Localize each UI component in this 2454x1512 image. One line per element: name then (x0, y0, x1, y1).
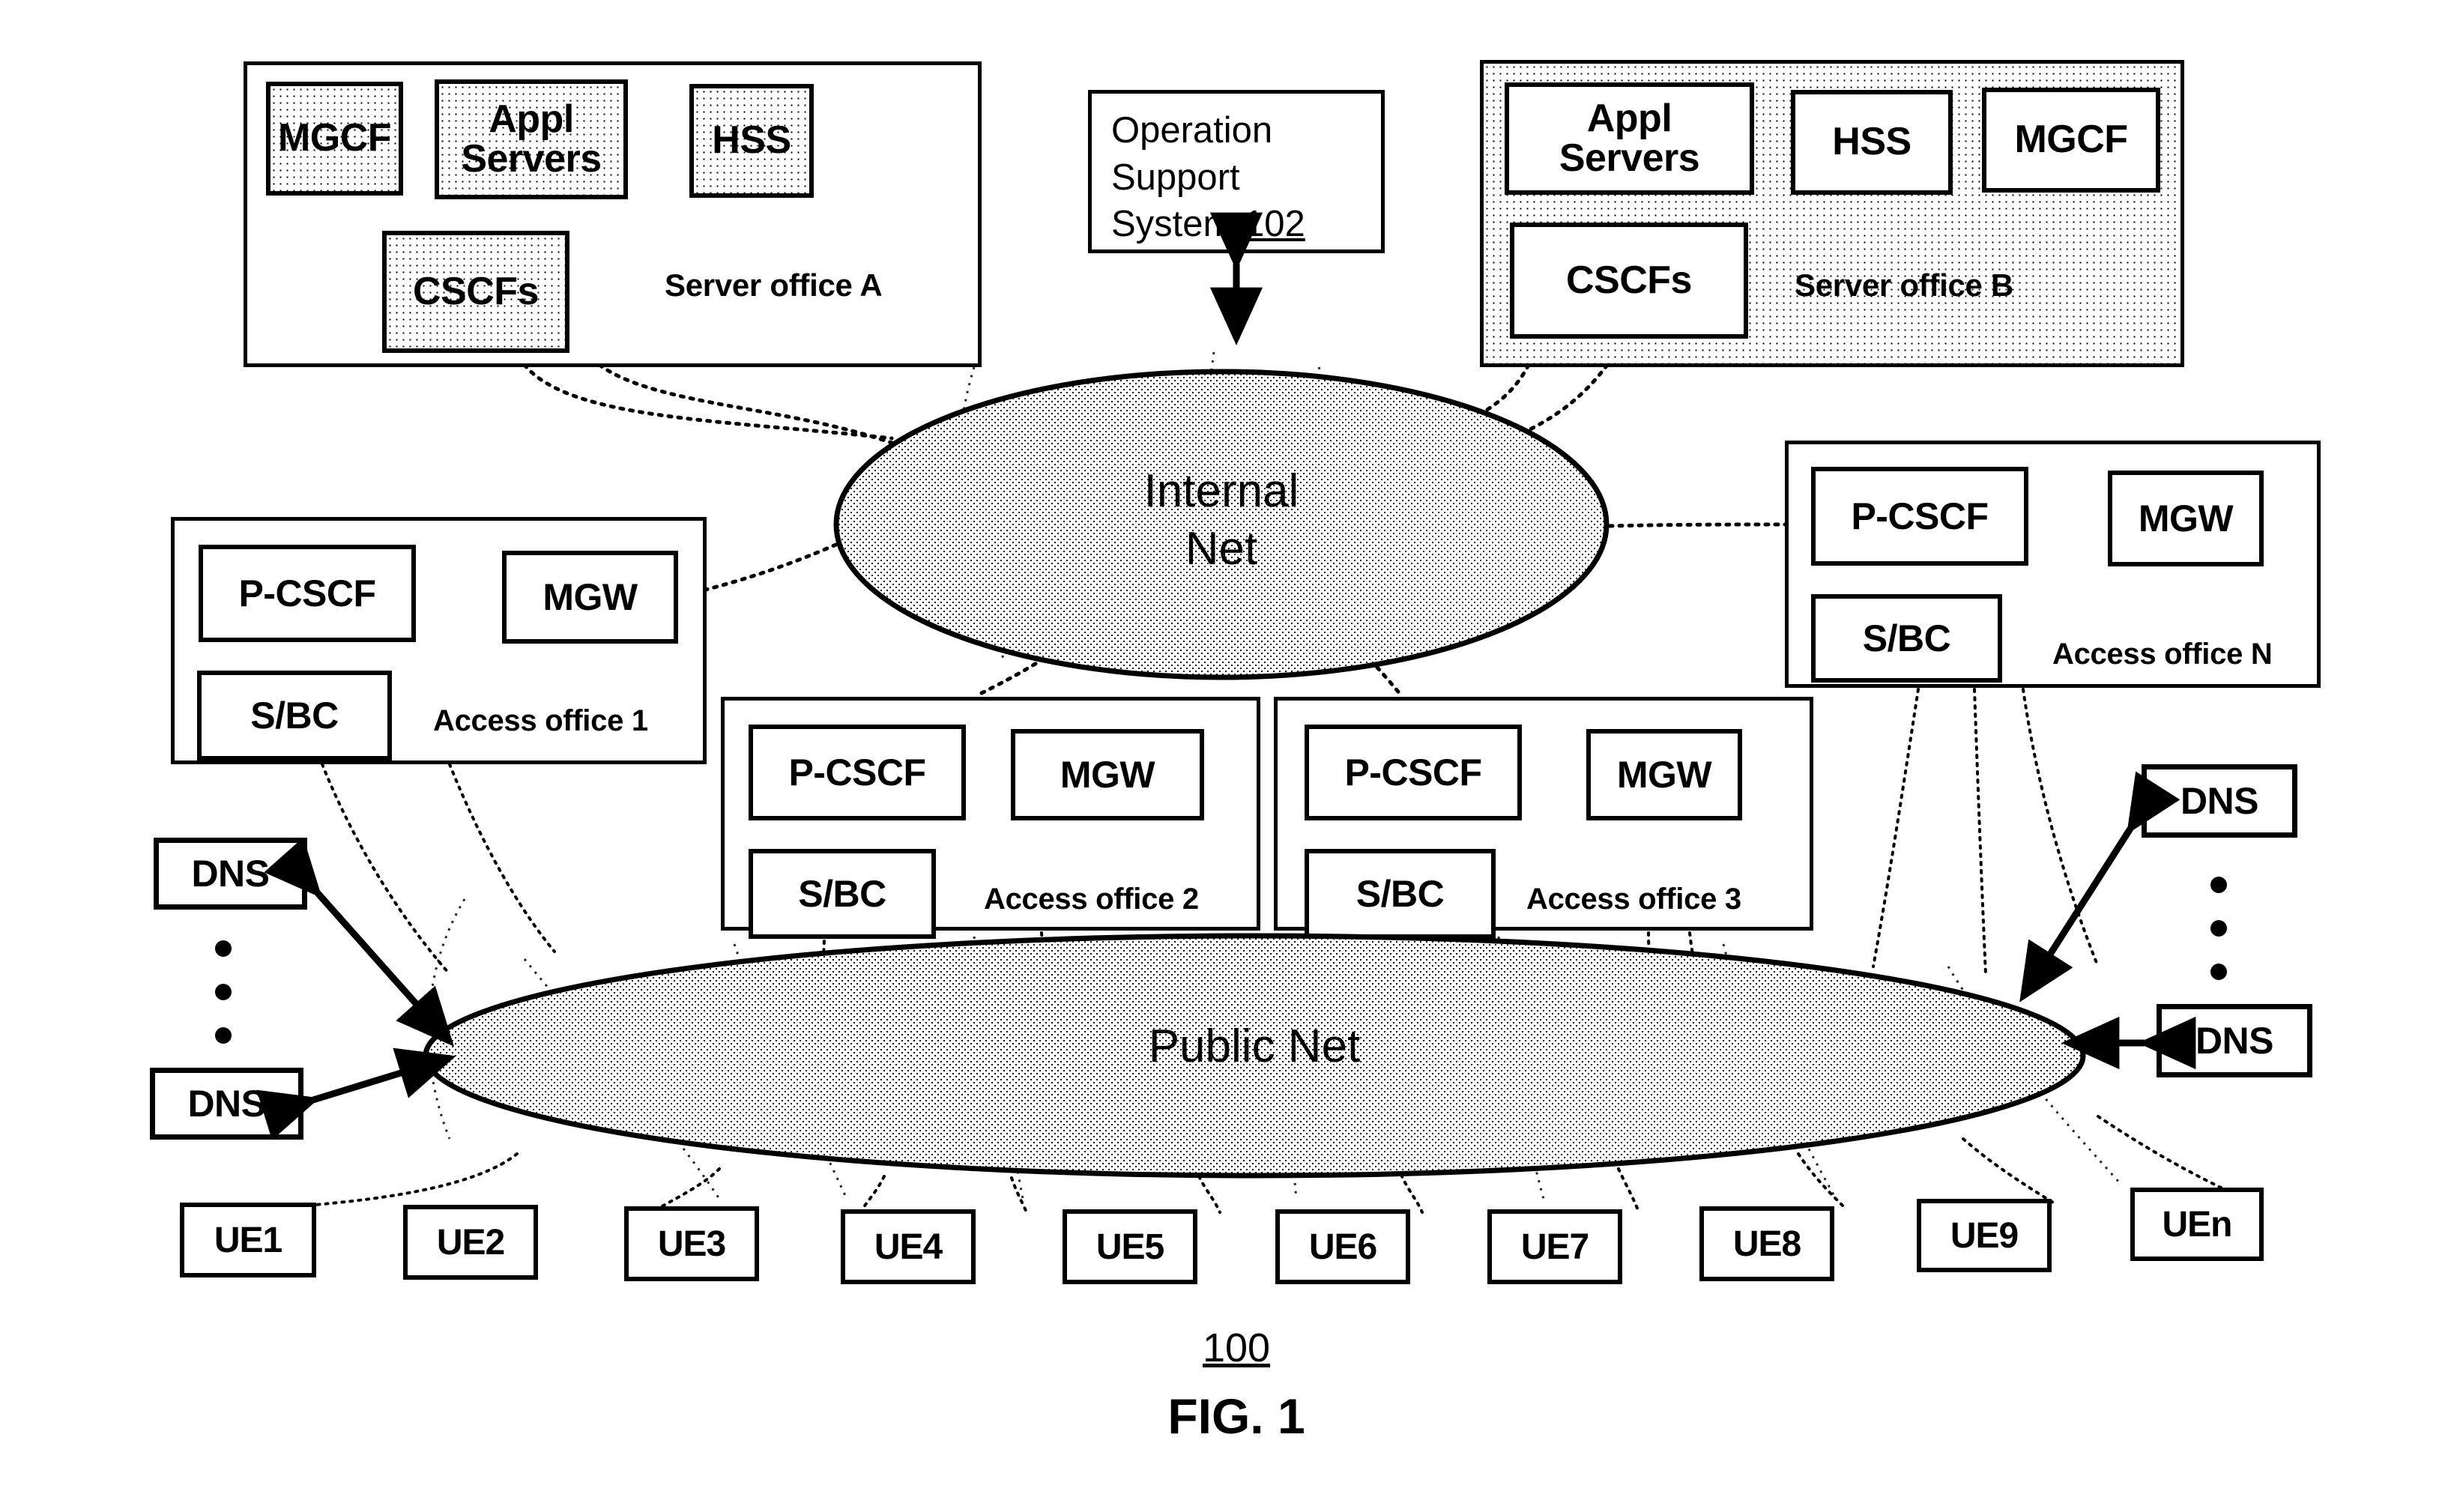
operation-support-system-box[interactable]: Operation Support System 102 (1088, 90, 1385, 253)
server-office-b-label: Server office B (1795, 267, 2013, 303)
access-office-2-label: Access office 2 (984, 883, 1199, 916)
ellipsis-dot (215, 940, 232, 957)
ue-n[interactable]: UEn (2130, 1188, 2264, 1261)
ellipsis-dot (2210, 877, 2227, 893)
node-mgw-n[interactable]: MGW (2108, 471, 2264, 566)
ellipsis-dot (2210, 920, 2227, 937)
oss-line-2: Support (1111, 157, 1240, 198)
internal-net-label: Internal Net (832, 463, 1611, 578)
access-office-3[interactable]: P-CSCF MGW S/BC Access office 3 (1274, 697, 1813, 939)
figure-reference-numeral: 100 (1202, 1325, 1271, 1370)
access-office-2[interactable]: P-CSCF MGW S/BC Access office 2 (721, 697, 1260, 939)
server-office-a-label: Server office A (665, 267, 883, 303)
node-mgcf-b[interactable]: MGCF (1982, 88, 2160, 193)
access-office-1[interactable]: P-CSCF MGW S/BC Access office 1 (171, 517, 707, 764)
internal-net-cloud[interactable]: Internal Net (832, 367, 1611, 682)
node-appl-servers-b[interactable]: Appl Servers (1505, 82, 1754, 195)
node-mgcf-a[interactable]: MGCF (266, 82, 403, 196)
node-hss-b[interactable]: HSS (1791, 90, 1953, 195)
node-appl-servers-a[interactable]: Appl Servers (435, 79, 628, 199)
node-p-cscf-3[interactable]: P-CSCF (1305, 725, 1522, 820)
access-office-n-label: Access office N (2052, 638, 2273, 671)
public-net-cloud[interactable]: Public Net (421, 931, 2088, 1180)
node-s-bc-3[interactable]: S/BC (1305, 849, 1496, 939)
ue-3[interactable]: UE3 (624, 1206, 759, 1281)
server-office-b[interactable]: Appl Servers HSS MGCF CSCFs Server offic… (1480, 60, 2184, 367)
access-office-1-label: Access office 1 (433, 704, 648, 737)
ue-1[interactable]: UE1 (180, 1203, 316, 1277)
figure-canvas: MGCF Appl Servers HSS CSCFs Server offic… (0, 0, 2454, 1512)
oss-system-word: System (1111, 204, 1244, 245)
dns-right-top[interactable]: DNS (2142, 764, 2297, 838)
node-cscfs-b[interactable]: CSCFs (1510, 223, 1748, 339)
figure-caption: FIG. 1 (1167, 1388, 1305, 1444)
dns-left-top[interactable]: DNS (154, 838, 307, 910)
ue-2[interactable]: UE2 (403, 1205, 538, 1280)
oss-line-3: System 102 (1111, 201, 1381, 248)
node-mgw-1[interactable]: MGW (502, 551, 678, 644)
dns-left-ellipsis (215, 940, 232, 1044)
node-mgw-2[interactable]: MGW (1011, 729, 1204, 820)
ellipsis-dot (215, 984, 232, 1000)
dns-right-ellipsis (2210, 877, 2227, 980)
node-s-bc-1[interactable]: S/BC (197, 671, 392, 760)
node-p-cscf-2[interactable]: P-CSCF (749, 725, 966, 820)
internal-net-label-line2: Net (1185, 522, 1258, 575)
oss-line-1: Operation (1111, 110, 1273, 151)
dns-left-bottom[interactable]: DNS (150, 1068, 303, 1140)
server-office-a[interactable]: MGCF Appl Servers HSS CSCFs Server offic… (244, 61, 982, 367)
internal-net-label-line1: Internal (1143, 465, 1299, 517)
access-office-n[interactable]: P-CSCF MGW S/BC Access office N (1785, 441, 2321, 688)
ue-9[interactable]: UE9 (1917, 1199, 2052, 1272)
ue-5[interactable]: UE5 (1063, 1209, 1197, 1284)
node-p-cscf-n[interactable]: P-CSCF (1811, 467, 2028, 566)
ellipsis-dot (215, 1027, 232, 1044)
oss-reference-numeral: 102 (1243, 204, 1305, 245)
node-p-cscf-1[interactable]: P-CSCF (199, 545, 416, 642)
ue-7[interactable]: UE7 (1487, 1209, 1622, 1284)
ue-6[interactable]: UE6 (1275, 1209, 1410, 1284)
dns-right-bottom[interactable]: DNS (2157, 1004, 2312, 1077)
ellipsis-dot (2210, 964, 2227, 980)
node-hss-a[interactable]: HSS (689, 84, 814, 198)
node-s-bc-2[interactable]: S/BC (749, 849, 936, 939)
node-cscfs-a[interactable]: CSCFs (382, 231, 569, 353)
access-office-3-label: Access office 3 (1526, 883, 1741, 916)
node-s-bc-n[interactable]: S/BC (1811, 594, 2002, 683)
public-net-label: Public Net (1148, 1020, 1361, 1072)
node-mgw-3[interactable]: MGW (1586, 729, 1742, 820)
ue-4[interactable]: UE4 (841, 1209, 976, 1284)
ue-8[interactable]: UE8 (1699, 1206, 1834, 1281)
